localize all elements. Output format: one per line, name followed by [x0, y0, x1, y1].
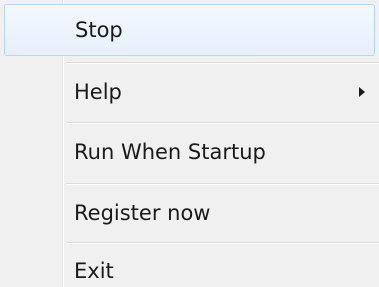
menu-item-register-now[interactable]: Register now [0, 185, 379, 241]
menu-item-help-label: Help [74, 80, 122, 104]
submenu-arrow-icon [359, 87, 365, 97]
menu-item-register-now-label: Register now [74, 201, 211, 225]
menu-item-run-when-startup-label: Run When Startup [74, 140, 266, 164]
menu-item-stop[interactable]: Stop [4, 4, 375, 56]
menu-item-stop-label: Stop [75, 18, 123, 42]
menu-item-exit-label: Exit [74, 259, 114, 283]
context-menu: Stop Help Run When Startup Register now … [0, 0, 379, 287]
menu-item-exit[interactable]: Exit [0, 244, 379, 287]
menu-item-run-when-startup[interactable]: Run When Startup [0, 124, 379, 180]
menu-item-help[interactable]: Help [0, 64, 379, 120]
